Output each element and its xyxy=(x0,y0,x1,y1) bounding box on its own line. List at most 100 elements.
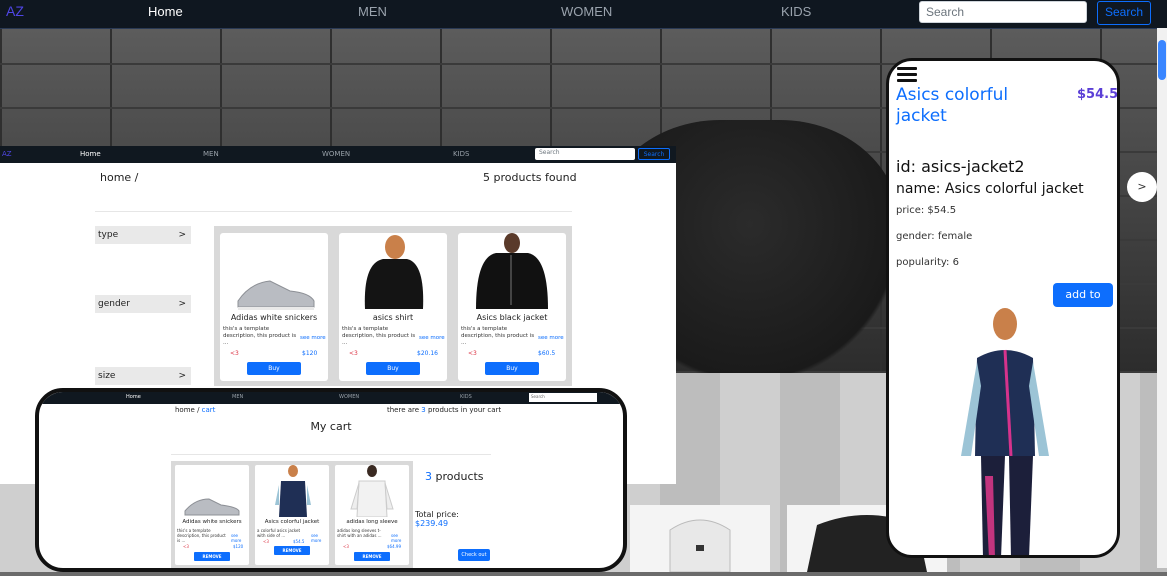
heart-icon[interactable]: <3 xyxy=(183,544,189,549)
hamburger-menu-icon[interactable] xyxy=(897,67,917,83)
see-more-link[interactable]: see more xyxy=(538,335,564,341)
cart-item-title[interactable]: Adidas white snickers xyxy=(175,519,249,525)
remove-button[interactable]: REMOVE xyxy=(274,546,310,555)
cart-items-grid: Adidas white snickers this's a template … xyxy=(171,461,413,568)
filter-label: type xyxy=(98,230,119,240)
products-count-number: 3 xyxy=(425,470,432,483)
see-more-link[interactable]: see more xyxy=(419,335,445,341)
brand-logo[interactable]: AZ xyxy=(6,3,24,19)
nav-home[interactable]: Home xyxy=(148,4,183,19)
count-prefix: there are xyxy=(387,406,422,414)
cart-item-title[interactable]: adidas long sleeve xyxy=(335,519,409,525)
product-card[interactable]: Asics black jacket this's a template des… xyxy=(458,233,566,381)
see-more-link[interactable]: see more xyxy=(391,533,409,543)
listing-logo[interactable]: AZ xyxy=(2,150,12,158)
listing-search-button[interactable]: Search xyxy=(638,148,670,160)
chevron-right-icon: > xyxy=(178,299,186,309)
divider xyxy=(95,211,572,212)
search-input[interactable]: Search xyxy=(919,1,1087,23)
add-to-cart-button[interactable]: add to cart xyxy=(1053,283,1113,325)
shirt-image xyxy=(364,235,424,309)
detail-popularity: popularity: 6 xyxy=(896,257,959,268)
cart-item-price: $120 xyxy=(233,544,244,549)
buy-button[interactable]: Buy xyxy=(485,362,539,375)
cart-nav-men[interactable]: MEN xyxy=(232,394,243,400)
detail-price-line: price: $54.5 xyxy=(896,205,957,216)
heart-icon[interactable]: <3 xyxy=(343,544,349,549)
scrollbar-thumb[interactable] xyxy=(1158,40,1166,80)
filter-type[interactable]: type > xyxy=(95,226,191,244)
cart-item-title[interactable]: Asics colorful jacket xyxy=(255,519,329,525)
cart-item-card[interactable]: adidas long sleeve adidas long sleeves t… xyxy=(335,465,409,565)
detail-gender: gender: female xyxy=(896,231,973,242)
cart-item-description: a colorful asics jacket with side of ... xyxy=(257,528,301,538)
cart-products-count: 3 products xyxy=(425,470,484,483)
filter-size[interactable]: size > xyxy=(95,367,191,385)
colorful-jacket-image xyxy=(961,308,1049,555)
page-scrollbar[interactable] xyxy=(1157,28,1167,568)
cart-nav-home[interactable]: Home xyxy=(126,394,141,400)
listing-search-input[interactable]: Search xyxy=(535,148,635,160)
cart-screenshot: Home MEN WOMEN KIDS Search home / cart t… xyxy=(35,388,627,572)
product-card[interactable]: asics shirt this's a template descriptio… xyxy=(339,233,447,381)
chevron-right-icon: > xyxy=(178,230,186,240)
nav-kids[interactable]: KIDS xyxy=(781,4,811,19)
see-more-link[interactable]: see more xyxy=(300,335,326,341)
listing-nav-men[interactable]: MEN xyxy=(203,150,219,158)
product-price: $60.5 xyxy=(538,350,556,357)
cart-item-card[interactable]: Adidas white snickers this's a template … xyxy=(175,465,249,565)
sneaker-image xyxy=(237,280,315,310)
products-count-label: products xyxy=(432,470,484,483)
buy-button[interactable]: Buy xyxy=(366,362,420,375)
see-more-link[interactable]: see more xyxy=(311,533,329,543)
remove-button[interactable]: REMOVE xyxy=(354,552,390,561)
cart-navbar: Home MEN WOMEN KIDS Search xyxy=(39,392,623,404)
total-value: $239.49 xyxy=(415,519,449,528)
product-price: $20.16 xyxy=(417,350,438,357)
total-label: Total price: xyxy=(415,510,459,519)
buy-button[interactable]: Buy xyxy=(247,362,301,375)
detail-name: name: Asics colorful jacket xyxy=(896,181,1084,197)
product-title[interactable]: Adidas white snickers xyxy=(220,313,328,322)
breadcrumb-cart-link[interactable]: cart xyxy=(202,406,216,414)
listing-nav-women[interactable]: WOMEN xyxy=(322,150,350,158)
divider xyxy=(171,454,491,455)
cart-count-text: there are 3 products in your cart xyxy=(387,406,501,414)
breadcrumb-home[interactable]: home / xyxy=(175,406,202,414)
sneaker-image xyxy=(184,498,240,516)
products-found-count: 5 products found xyxy=(483,171,577,184)
heart-icon[interactable]: <3 xyxy=(230,350,239,357)
chevron-right-icon: > xyxy=(178,371,186,381)
cart-item-price: $64.99 xyxy=(387,544,401,549)
filter-label: gender xyxy=(98,299,130,309)
product-card[interactable]: Adidas white snickers this's a template … xyxy=(220,233,328,381)
listing-nav-kids[interactable]: KIDS xyxy=(453,150,470,158)
cart-item-card[interactable]: Asics colorful jacket a colorful asics j… xyxy=(255,465,329,565)
listing-nav-home[interactable]: Home xyxy=(80,150,101,158)
product-description: this's a template description, this prod… xyxy=(342,326,416,346)
product-description: this's a template description, this prod… xyxy=(223,326,297,346)
listing-navbar: AZ Home MEN WOMEN KIDS Search Search xyxy=(0,146,676,163)
cart-nav-kids[interactable]: KIDS xyxy=(460,394,472,400)
carousel-next-button[interactable]: > xyxy=(1127,172,1157,202)
heart-icon[interactable]: <3 xyxy=(468,350,477,357)
black-jacket-image xyxy=(476,233,548,309)
cart-item-description: this's a template description, this prod… xyxy=(177,528,226,543)
cart-nav-women[interactable]: WOMEN xyxy=(339,394,359,400)
heart-icon[interactable]: <3 xyxy=(349,350,358,357)
cart-search-input[interactable]: Search xyxy=(529,393,597,402)
heart-icon[interactable]: <3 xyxy=(263,539,269,544)
product-description: this's a template description, this prod… xyxy=(461,326,535,346)
filter-gender[interactable]: gender > xyxy=(95,295,191,313)
top-navbar: AZ Home MEN WOMEN KIDS Search Search xyxy=(0,0,1167,29)
product-title[interactable]: asics shirt xyxy=(339,313,447,322)
cart-item-price: $54.5 xyxy=(293,539,305,544)
see-more-link[interactable]: see more xyxy=(231,533,249,543)
remove-button[interactable]: REMOVE xyxy=(194,552,230,561)
nav-women[interactable]: WOMEN xyxy=(561,4,612,19)
product-title[interactable]: Asics black jacket xyxy=(458,313,566,322)
nav-men[interactable]: MEN xyxy=(358,4,387,19)
checkout-button[interactable]: Check out xyxy=(458,549,490,561)
search-button[interactable]: Search xyxy=(1097,1,1151,25)
cart-title: My cart xyxy=(310,420,352,433)
